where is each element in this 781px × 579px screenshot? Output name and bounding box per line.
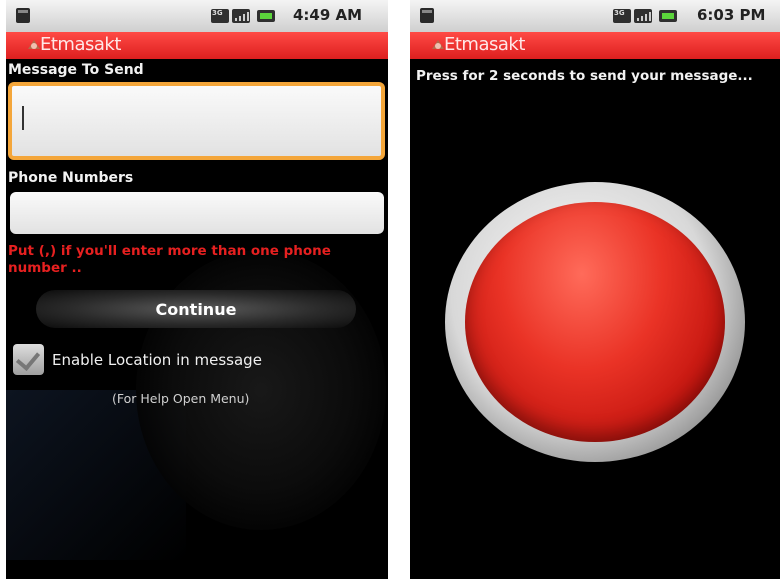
sd-card-icon [420, 8, 434, 23]
network-3g-icon [613, 9, 631, 23]
panic-send-button[interactable] [465, 202, 725, 442]
signal-icon [232, 9, 250, 23]
status-time: 6:03 PM [697, 6, 766, 24]
status-time: 4:49 AM [293, 6, 363, 24]
continue-button[interactable]: Continue [36, 290, 356, 328]
message-label: Message To Send [8, 62, 144, 78]
phone-hint-text: Put (,) if you'll enter more than one ph… [8, 243, 331, 276]
send-instruction: Press for 2 seconds to send your message… [416, 68, 753, 84]
location-checkbox[interactable] [13, 344, 44, 375]
message-input[interactable] [8, 82, 385, 160]
phone-numbers-label: Phone Numbers [8, 170, 134, 186]
app-title: Etmasakt [40, 34, 121, 55]
location-checkbox-label[interactable]: Enable Location in message [52, 351, 262, 369]
battery-icon [257, 10, 275, 22]
phone-numbers-input[interactable] [10, 192, 384, 234]
network-3g-icon [211, 9, 229, 23]
app-title: Etmasakt [444, 34, 525, 55]
app-title-bar: Etmasakt [6, 32, 388, 59]
status-bar: 6:03 PM [410, 0, 780, 32]
app-title-bar: Etmasakt [410, 32, 780, 59]
signal-icon [634, 9, 652, 23]
phone-screen-compose: 4:49 AM Etmasakt Message To Send Phone N… [6, 0, 388, 579]
status-bar: 4:49 AM [6, 0, 388, 32]
text-cursor [22, 106, 24, 130]
phone-screen-send: 6:03 PM Etmasakt Press for 2 seconds to … [410, 0, 780, 579]
help-text: (For Help Open Menu) [112, 391, 250, 406]
battery-icon [659, 10, 677, 22]
sd-card-icon [16, 8, 30, 23]
